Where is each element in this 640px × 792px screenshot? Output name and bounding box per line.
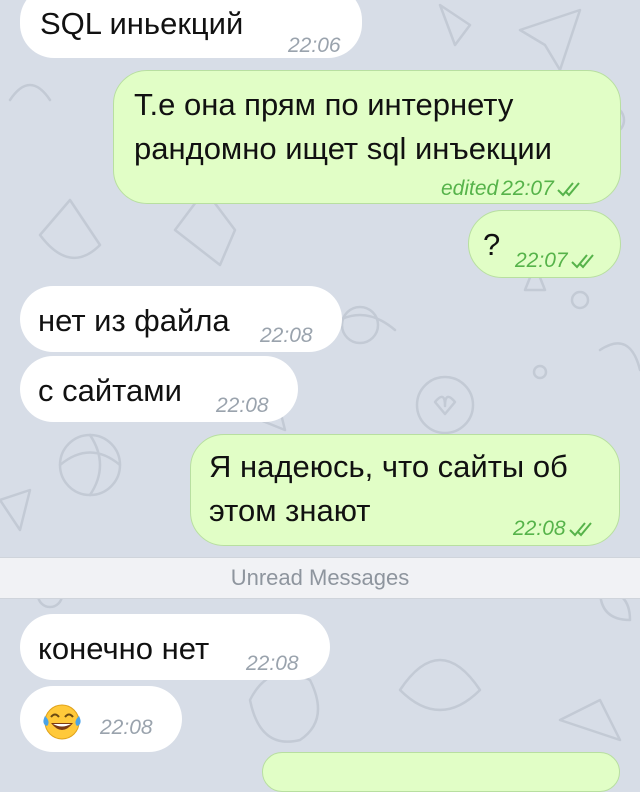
outgoing-message[interactable]: ? 22:07 bbox=[468, 210, 621, 278]
message-text-line2: этом знают bbox=[209, 493, 371, 528]
incoming-message[interactable]: конечно нет 22:08 bbox=[20, 614, 330, 680]
outgoing-message[interactable]: Т.е она прям по интернету рандомно ищет … bbox=[113, 70, 621, 204]
incoming-message[interactable]: нет из файла 22:08 bbox=[20, 286, 342, 352]
outgoing-message[interactable]: Я надеюсь, что сайты об этом знают 22:08 bbox=[190, 434, 620, 546]
doodle-circle-icon bbox=[340, 305, 380, 345]
message-time: 22:07 bbox=[501, 177, 554, 200]
message-meta: 22:07 bbox=[515, 241, 598, 281]
message-text: ? bbox=[483, 227, 501, 262]
doodle-cat-icon bbox=[38, 198, 102, 260]
message-time: 22:08 bbox=[260, 324, 313, 347]
double-check-icon bbox=[570, 254, 594, 269]
message-time: 22:08 bbox=[100, 716, 153, 739]
incoming-message[interactable]: SQL иньекций 22:06 bbox=[20, 0, 362, 58]
message-text: конечно нет bbox=[38, 631, 210, 666]
doodle-cow-icon bbox=[398, 658, 482, 712]
message-text-line2: рандомно ищет sql инъекции bbox=[134, 131, 552, 166]
double-check-icon bbox=[557, 182, 580, 197]
message-time: 22:06 bbox=[288, 34, 341, 57]
doodle-paperplane-icon bbox=[518, 8, 582, 72]
incoming-message[interactable]: с сайтами 22:08 bbox=[20, 356, 298, 422]
message-text-line1: Я надеюсь, что сайты об bbox=[209, 449, 568, 484]
message-time: 22:08 bbox=[513, 517, 566, 540]
message-time: 22:07 bbox=[515, 249, 568, 272]
message-text: нет из файла bbox=[38, 303, 230, 338]
message-text: SQL иньекций bbox=[40, 6, 244, 41]
message-time: 22:08 bbox=[246, 652, 299, 675]
edited-label: edited bbox=[441, 177, 499, 200]
message-time: 22:08 bbox=[216, 394, 269, 417]
message-meta: edited 22:07 bbox=[441, 169, 584, 209]
message-text-line1: Т.е она прям по интернету bbox=[134, 87, 514, 122]
doodle-ball-icon bbox=[58, 433, 122, 497]
laughing-tears-emoji-icon bbox=[43, 704, 81, 740]
message-text: с сайтами bbox=[38, 373, 182, 408]
message-meta: 22:08 bbox=[513, 509, 596, 549]
double-check-icon bbox=[568, 522, 592, 537]
outgoing-message-partial[interactable] bbox=[262, 752, 620, 792]
unread-messages-divider: Unread Messages bbox=[0, 557, 640, 599]
doodle-bone-icon bbox=[438, 3, 472, 47]
